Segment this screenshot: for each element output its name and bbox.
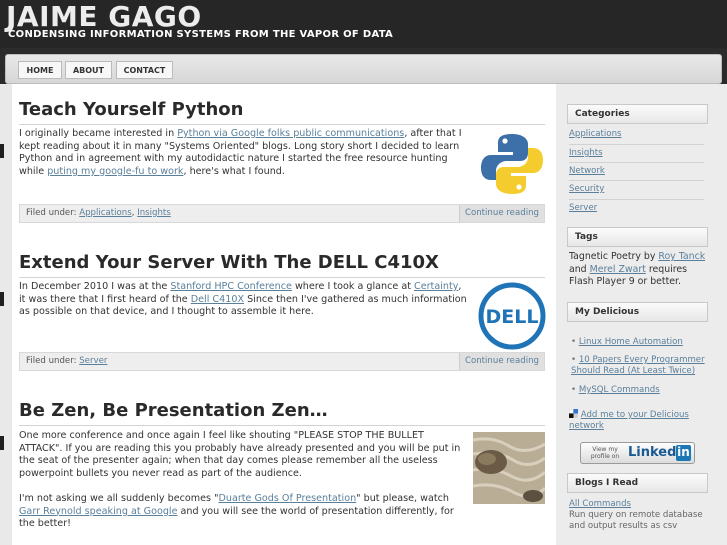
tags-widget-text: Tagnetic Poetry by Roy Tanck and Merel Z…: [569, 251, 709, 289]
sidebar: Categories Applications Insights Network…: [556, 84, 727, 545]
text-segment: " but please, watch: [356, 493, 449, 504]
inline-link[interactable]: Roy Tanck: [658, 251, 705, 262]
widget-title-blogs: Blogs I Read: [567, 473, 708, 493]
text-segment: where I took a glance at: [291, 281, 415, 292]
blog-link-all-commands[interactable]: All Commands: [569, 499, 631, 509]
nav-contact-button[interactable]: CONTACT: [116, 61, 173, 79]
delicious-link[interactable]: 10 Papers Every Programmer Should Read (…: [571, 355, 705, 376]
category-link-network[interactable]: Network: [569, 166, 605, 176]
linkedin-profile-badge[interactable]: View my profile on Linked in: [580, 442, 695, 464]
inline-link[interactable]: Python via Google folks public communica…: [177, 128, 404, 139]
continue-reading-link[interactable]: Continue reading: [458, 205, 544, 222]
category-link-applications[interactable]: Applications: [569, 129, 622, 139]
inline-link[interactable]: Merel Zwart: [590, 264, 646, 275]
post-excerpt: In December 2010 I was at the Stanford H…: [19, 281, 469, 319]
text-segment: Tagnetic Poetry by: [569, 251, 659, 262]
text-segment: One more conference and once again I fee…: [19, 430, 461, 479]
main-nav: HOME ABOUT CONTACT: [5, 54, 722, 84]
delicious-icon: [568, 408, 578, 418]
inline-link[interactable]: Dell C410X: [191, 294, 244, 305]
main-content: Teach Yourself Python I originally becam…: [12, 84, 556, 545]
inline-link[interactable]: puting my google-fu to work: [47, 166, 183, 177]
left-edge-marker: [0, 436, 4, 450]
site-header: JAIME GAGO CONDENSING INFORMATION SYSTEM…: [0, 0, 727, 48]
linkedin-badge-caption: View my profile on: [590, 446, 620, 460]
filed-under: Filed under: Server: [26, 356, 107, 366]
widget-title-delicious: My Delicious: [567, 302, 708, 322]
left-edge-marker: [0, 144, 4, 158]
text-segment: I originally became interested in: [19, 128, 178, 139]
category-divider: [569, 199, 704, 200]
post-title-rule: [19, 277, 545, 278]
blog-description: Run query on remote database and output …: [569, 510, 703, 531]
nav-home-button[interactable]: HOME: [18, 61, 62, 79]
post-title-dell-c410x[interactable]: Extend Your Server With The DELL C410X: [19, 252, 439, 273]
post-title-teach-python[interactable]: Teach Yourself Python: [19, 99, 243, 120]
post-footer: Filed under: Server Continue reading: [19, 352, 545, 371]
zen-garden-photo: [473, 432, 545, 504]
widget-title-tags: Tags: [567, 227, 708, 247]
filed-under-label: Filed under:: [26, 208, 80, 218]
left-edge-strip: [0, 84, 12, 545]
widget-title-categories: Categories: [567, 104, 708, 124]
tag-link-insights[interactable]: Insights: [137, 208, 171, 218]
post-title-rule: [19, 425, 545, 426]
text-segment: In December 2010 I was at the: [19, 281, 171, 292]
post-excerpt: One more conference and once again I fee…: [19, 430, 464, 480]
delicious-add-link[interactable]: Add me to your Delicious network: [568, 408, 709, 432]
site-tagline: CONDENSING INFORMATION SYSTEMS FROM THE …: [8, 29, 394, 40]
dell-logo-icon: DELL: [478, 282, 546, 350]
filed-under-label: Filed under:: [26, 356, 80, 366]
post-title-rule: [19, 124, 545, 125]
linkedin-wordmark: Linked: [628, 445, 677, 460]
left-edge-marker: [0, 292, 4, 306]
post-excerpt-continued: I'm not asking we all suddenly becomes "…: [19, 493, 464, 531]
delicious-item[interactable]: • 10 Papers Every Programmer Should Read…: [571, 355, 711, 377]
linkedin-in-icon: in: [676, 445, 691, 461]
text-segment: I'm not asking we all suddenly becomes ": [19, 493, 219, 504]
delicious-item[interactable]: • Linux Home Automation: [571, 337, 711, 348]
tag-link-server[interactable]: Server: [79, 356, 107, 366]
tag-link-applications[interactable]: Applications: [79, 208, 132, 218]
text-segment: , here's what I found.: [183, 165, 285, 177]
delicious-add-text[interactable]: Add me to your Delicious network: [569, 410, 689, 431]
python-logo-icon: [481, 134, 543, 194]
continue-reading-link[interactable]: Continue reading: [458, 353, 544, 370]
inline-link[interactable]: Stanford HPC Conference: [170, 281, 292, 292]
inline-link[interactable]: Certainty: [414, 281, 458, 292]
category-divider: [569, 180, 704, 181]
category-link-insights[interactable]: Insights: [569, 148, 603, 158]
delicious-item[interactable]: • MySQL Commands: [571, 385, 711, 396]
dell-logo-text: DELL: [486, 306, 539, 328]
nav-about-button[interactable]: ABOUT: [65, 61, 112, 79]
inline-link[interactable]: Duarte Gods Of Presentation: [218, 493, 356, 504]
post-title-presentation-zen[interactable]: Be Zen, Be Presentation Zen…: [19, 400, 328, 421]
inline-link[interactable]: Garr Reynold speaking at Google: [19, 506, 177, 517]
text-segment: and: [569, 263, 590, 275]
category-divider: [569, 144, 704, 145]
post-excerpt: I originally became interested in Python…: [19, 128, 475, 178]
category-link-server[interactable]: Server: [569, 203, 597, 213]
post-footer: Filed under: Applications, Insights Cont…: [19, 204, 545, 223]
delicious-link[interactable]: Linux Home Automation: [579, 337, 683, 347]
category-divider: [569, 162, 704, 163]
category-link-security[interactable]: Security: [569, 184, 604, 194]
delicious-link[interactable]: MySQL Commands: [579, 385, 660, 395]
filed-under: Filed under: Applications, Insights: [26, 208, 171, 218]
